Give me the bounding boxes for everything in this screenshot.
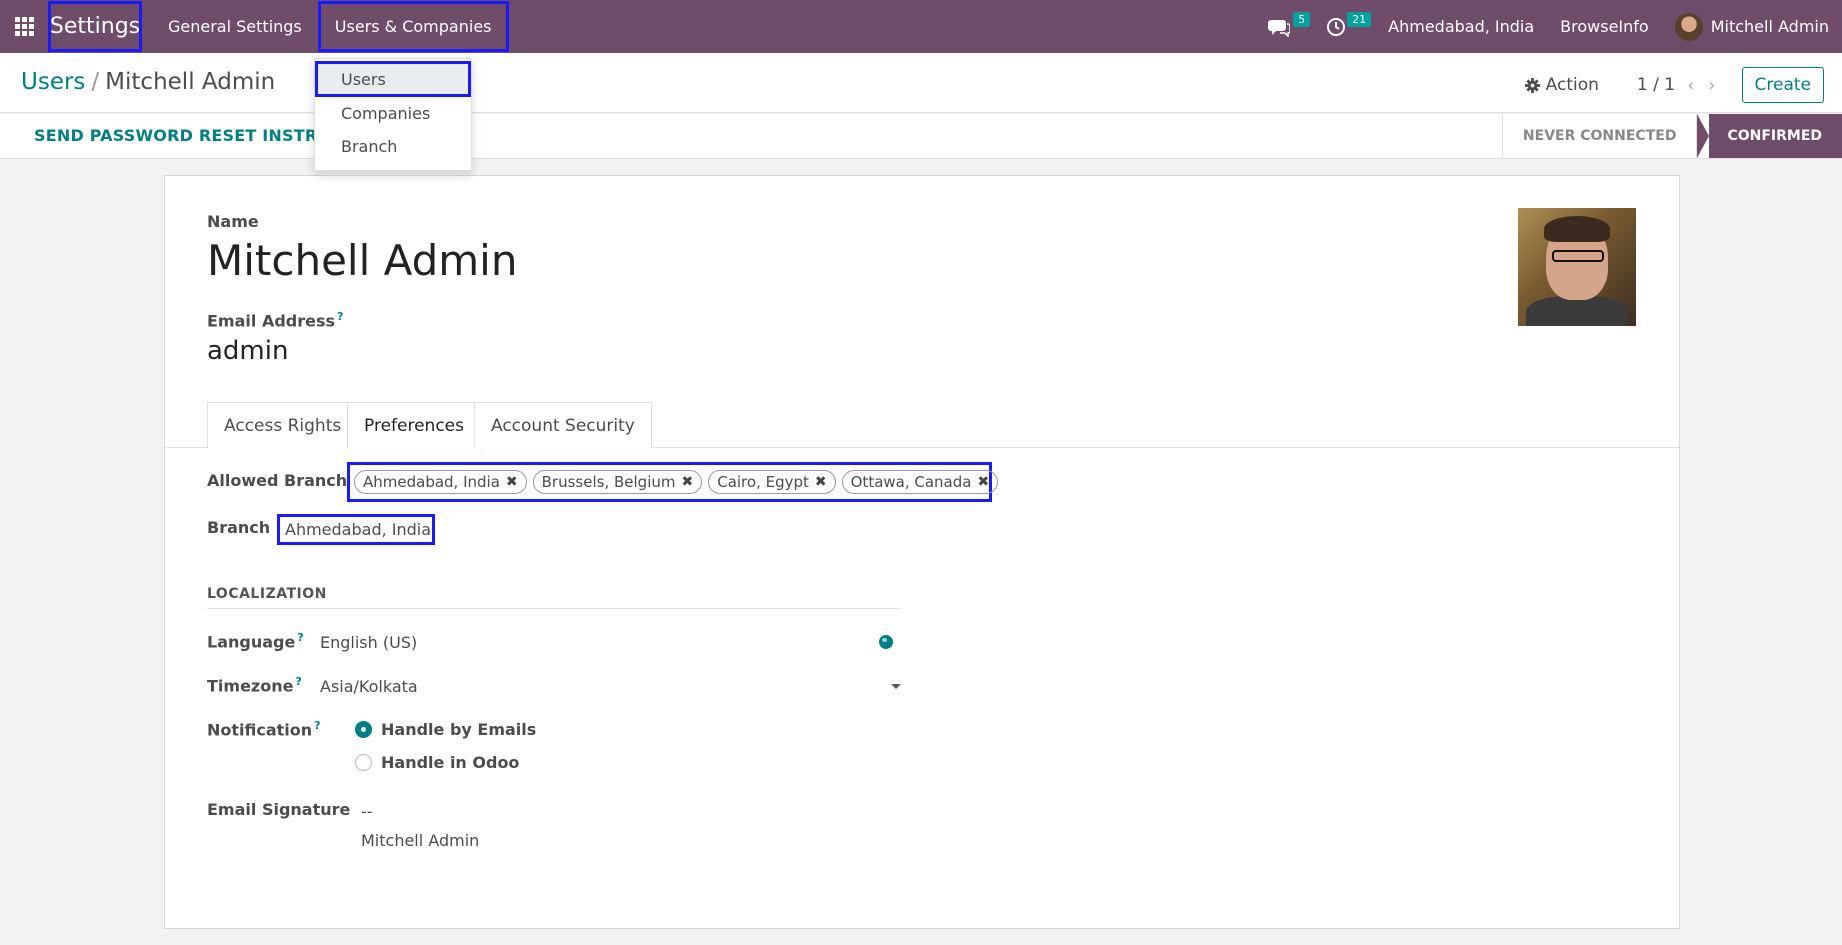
help-tooltip-icon[interactable]: ? — [314, 719, 320, 732]
gear-icon — [1524, 77, 1540, 93]
branch-field[interactable]: Ahmedabad, India — [277, 514, 435, 545]
user-name: Mitchell Admin — [1710, 17, 1829, 36]
branch-tag: Ottawa, Canada ✖ — [841, 470, 999, 494]
branch-switcher[interactable]: Ahmedabad, India — [1375, 0, 1547, 53]
branch-tag-label: Brussels, Belgium — [541, 473, 676, 491]
stage-never-connected: NEVER CONNECTED — [1501, 114, 1697, 158]
branch-tag: Brussels, Belgium ✖ — [532, 470, 703, 494]
top-navbar: Settings General Settings Users & Compan… — [0, 0, 1842, 53]
name-field[interactable]: Mitchell Admin — [207, 236, 517, 285]
menu-general-settings[interactable]: General Settings — [154, 0, 316, 53]
dropdown-item-users[interactable]: Users — [315, 61, 471, 97]
remove-tag-icon[interactable]: ✖ — [977, 474, 989, 490]
radio-label: Handle by Emails — [381, 720, 537, 739]
activities-button[interactable]: 21 — [1313, 0, 1372, 53]
language-select[interactable]: English (US) — [320, 633, 417, 652]
form-statusbar: SEND PASSWORD RESET INSTRUCTIONS NEVER C… — [0, 114, 1842, 159]
menu-users-companies[interactable]: Users & Companies — [317, 1, 509, 52]
notification-label: Notification? — [207, 719, 321, 739]
messages-button[interactable]: 5 — [1255, 0, 1311, 53]
notification-label-text: Notification — [207, 720, 313, 740]
app-brand[interactable]: Settings — [48, 1, 142, 52]
chat-icon — [1268, 19, 1291, 37]
signature-dash[interactable]: -- — [361, 802, 373, 821]
tab-access-rights[interactable]: Access Rights — [207, 402, 359, 448]
navbar-systray: 5 21 Ahmedabad, India BrowseInfo Mitchel… — [1255, 0, 1842, 53]
tab-account-security[interactable]: Account Security — [474, 402, 652, 448]
remove-tag-icon[interactable]: ✖ — [815, 474, 827, 490]
help-tooltip-icon[interactable]: ? — [297, 631, 303, 644]
email-field[interactable]: admin — [207, 336, 288, 366]
email-label: Email Address? — [207, 310, 343, 330]
radio-label: Handle in Odoo — [381, 753, 520, 772]
language-label-text: Language — [207, 632, 296, 652]
pager-nav: ‹ › — [1687, 75, 1715, 96]
action-label: Action — [1545, 75, 1599, 95]
company-switcher[interactable]: BrowseInfo — [1547, 0, 1662, 53]
email-signature-label: Email Signature — [207, 800, 351, 819]
clock-icon — [1327, 17, 1346, 36]
control-panel: Users / Mitchell Admin Action 1 / 1 ‹ › Cr… — [0, 53, 1842, 113]
user-menu[interactable]: Mitchell Admin — [1662, 0, 1842, 53]
apps-menu-icon[interactable] — [0, 0, 48, 53]
radio-unselected-icon[interactable] — [355, 754, 372, 771]
send-password-reset-button[interactable]: SEND PASSWORD RESET INSTRUCTIONS — [34, 126, 314, 145]
chevron-right-icon[interactable]: › — [1708, 75, 1715, 96]
branch-tag: Ahmedabad, India ✖ — [354, 470, 527, 494]
form-sheet: Name Mitchell Admin Email Address? admin… — [164, 175, 1680, 929]
branch-label: Branch — [207, 518, 271, 537]
help-tooltip-icon[interactable]: ? — [337, 310, 343, 323]
timezone-label: Timezone? — [207, 675, 302, 695]
status-stages: NEVER CONNECTED CONFIRMED — [1501, 114, 1842, 158]
breadcrumb-users-link[interactable]: Users — [21, 69, 85, 95]
control-panel-right: Action 1 / 1 ‹ › Create — [1524, 67, 1824, 103]
user-photo[interactable] — [1518, 208, 1636, 326]
remove-tag-icon[interactable]: ✖ — [506, 474, 518, 490]
radio-handle-in-odoo[interactable]: Handle in Odoo — [355, 753, 519, 772]
breadcrumb: Users / Mitchell Admin — [21, 69, 275, 95]
form-tabs: Access Rights Preferences Account Securi… — [165, 402, 1679, 449]
messages-count-badge: 5 — [1293, 12, 1311, 27]
language-label: Language? — [207, 631, 304, 651]
breadcrumb-current: Mitchell Admin — [105, 69, 276, 95]
breadcrumb-separator: / — [91, 69, 100, 95]
name-label: Name — [207, 212, 259, 231]
radio-handle-by-emails[interactable]: Handle by Emails — [355, 720, 536, 739]
chevron-left-icon[interactable]: ‹ — [1687, 75, 1694, 96]
timezone-select[interactable]: Asia/Kolkata — [320, 677, 418, 696]
allowed-branch-label: Allowed Branch — [207, 471, 348, 490]
caret-down-icon[interactable] — [891, 684, 901, 689]
email-label-text: Email Address — [207, 311, 336, 331]
branch-tag-label: Ottawa, Canada — [850, 473, 972, 491]
signature-name[interactable]: Mitchell Admin — [361, 831, 479, 850]
globe-icon[interactable] — [879, 635, 893, 649]
branch-tag: Cairo, Egypt ✖ — [708, 470, 836, 494]
users-companies-dropdown: Users Companies Branch — [314, 58, 472, 171]
create-button[interactable]: Create — [1741, 67, 1824, 103]
allowed-branch-field[interactable]: Ahmedabad, India ✖ Brussels, Belgium ✖ Cai… — [347, 462, 999, 502]
help-tooltip-icon[interactable]: ? — [295, 675, 301, 688]
activities-count-badge: 21 — [1347, 12, 1372, 27]
branch-tag-label: Cairo, Egypt — [717, 473, 809, 491]
user-avatar — [1674, 12, 1703, 41]
action-menu-button[interactable]: Action — [1524, 75, 1599, 95]
timezone-label-text: Timezone — [207, 676, 294, 696]
branch-tag-label: Ahmedabad, India — [363, 473, 500, 491]
radio-selected-icon[interactable] — [355, 721, 372, 738]
localization-section-title: LOCALIZATION — [207, 586, 901, 609]
remove-tag-icon[interactable]: ✖ — [681, 474, 693, 490]
dropdown-item-branch[interactable]: Branch — [315, 130, 471, 163]
dropdown-item-companies[interactable]: Companies — [315, 97, 471, 130]
pager-value[interactable]: 1 / 1 — [1637, 75, 1675, 95]
tab-preferences[interactable]: Preferences — [347, 402, 481, 449]
stage-confirmed: CONFIRMED — [1696, 114, 1842, 158]
